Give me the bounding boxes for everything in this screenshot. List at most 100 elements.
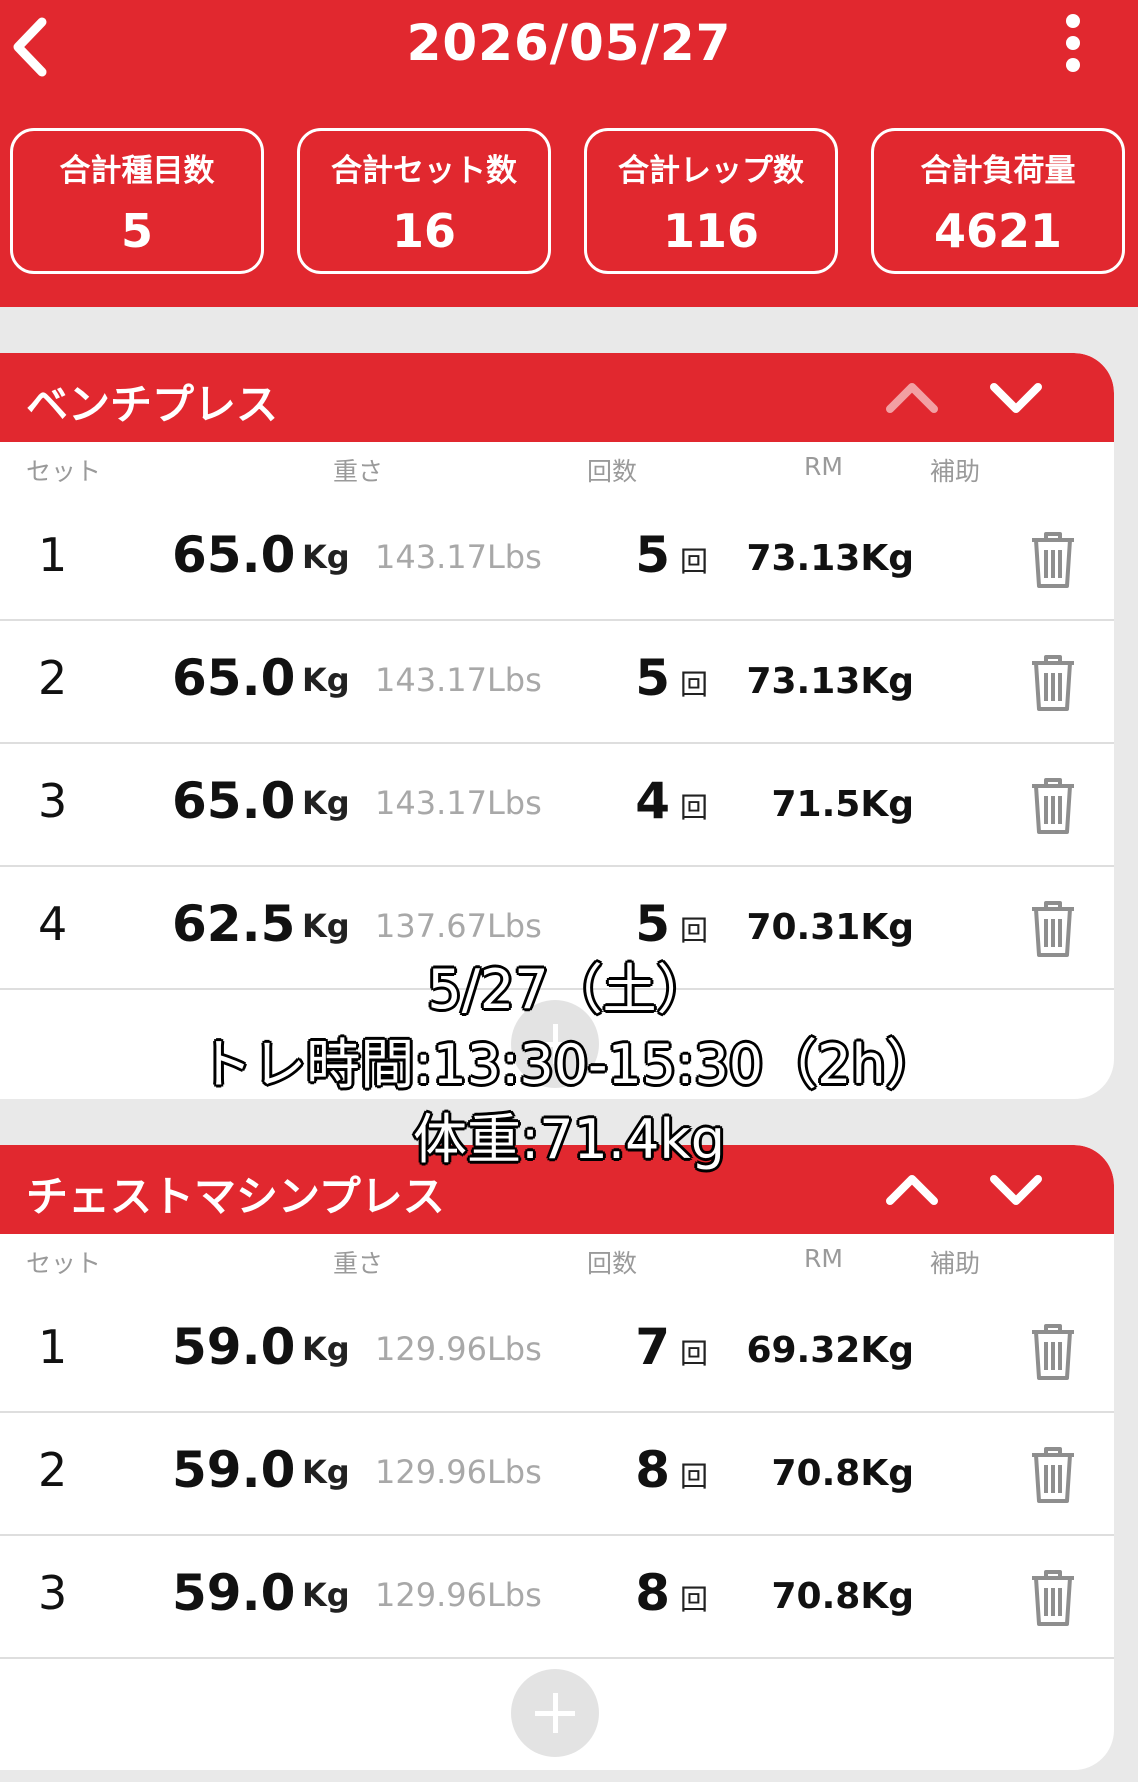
- stat-value: 4621: [933, 204, 1063, 258]
- more-options-button[interactable]: [1050, 14, 1096, 80]
- weight-lbs: 143.17Lbs: [375, 538, 542, 576]
- column-rm: RM: [804, 452, 843, 481]
- reps-value[interactable]: 7: [610, 1318, 670, 1376]
- column-reps: 回数: [587, 457, 638, 486]
- set-row[interactable]: 2 65.0 Kg 143.17Lbs 5 回 73.13Kg: [0, 621, 1114, 744]
- weight-lbs: 143.17Lbs: [375, 784, 542, 822]
- weight-lbs: 143.17Lbs: [375, 661, 542, 699]
- delete-set-button[interactable]: [1028, 528, 1078, 590]
- set-number: 3: [38, 774, 68, 828]
- weight-unit: Kg: [302, 1453, 350, 1491]
- add-set-button[interactable]: [511, 1669, 599, 1757]
- stat-value: 16: [391, 204, 456, 258]
- weight-lbs: 137.67Lbs: [375, 907, 542, 945]
- rm-value: 73.13Kg: [746, 538, 914, 579]
- weight-unit: Kg: [302, 538, 350, 576]
- set-number: 1: [38, 528, 68, 582]
- weight-value[interactable]: 65.0: [172, 772, 295, 830]
- set-row[interactable]: 3 59.0 Kg 129.96Lbs 8 回 70.8Kg: [0, 1536, 1114, 1659]
- weight-value[interactable]: 59.0: [172, 1318, 295, 1376]
- weight-unit: Kg: [302, 1330, 350, 1368]
- weight-value[interactable]: 65.0: [172, 649, 295, 707]
- set-number: 2: [38, 651, 68, 705]
- header-bar: 2026/05/27 合計種目数 5 合計セット数 16 合計レップ数 116 …: [0, 0, 1138, 307]
- stat-value: 5: [120, 204, 153, 258]
- rm-value: 70.8Kg: [771, 1576, 915, 1617]
- stat-label: 合計レップ数: [618, 153, 804, 189]
- trash-icon: [1032, 1447, 1074, 1503]
- move-down-button[interactable]: [988, 373, 1044, 421]
- trash-icon: [1032, 1324, 1074, 1380]
- chevron-up-icon: [886, 383, 938, 413]
- page-title: 2026/05/27: [406, 14, 732, 72]
- weight-lbs: 129.96Lbs: [375, 1453, 542, 1491]
- chevron-down-icon: [990, 383, 1042, 413]
- delete-set-button[interactable]: [1028, 1320, 1078, 1382]
- reps-value[interactable]: 5: [610, 649, 670, 707]
- weight-value[interactable]: 59.0: [172, 1564, 295, 1622]
- stat-label: 合計セット数: [331, 153, 517, 189]
- trash-icon: [1032, 1570, 1074, 1626]
- kebab-dot-icon: [1066, 58, 1080, 72]
- stat-total-volume: 合計負荷量 4621: [871, 128, 1125, 274]
- set-number: 3: [38, 1566, 68, 1620]
- delete-set-button[interactable]: [1028, 651, 1078, 713]
- column-weight: 重さ: [333, 457, 384, 486]
- reps-value[interactable]: 8: [610, 1441, 670, 1499]
- rm-value: 71.5Kg: [771, 784, 915, 825]
- rm-value: 70.8Kg: [771, 1453, 915, 1494]
- trash-icon: [1032, 778, 1074, 834]
- rm-value: 69.32Kg: [746, 1330, 914, 1371]
- exercise-name: ベンチプレス: [26, 380, 279, 429]
- delete-set-button[interactable]: [1028, 1443, 1078, 1505]
- add-set-area: [0, 1659, 1114, 1765]
- weight-value[interactable]: 59.0: [172, 1441, 295, 1499]
- column-reps: 回数: [587, 1249, 638, 1278]
- weight-lbs: 129.96Lbs: [375, 1330, 542, 1368]
- reps-value[interactable]: 8: [610, 1564, 670, 1622]
- delete-set-button[interactable]: [1028, 774, 1078, 836]
- set-row[interactable]: 1 65.0 Kg 143.17Lbs 5 回 73.13Kg: [0, 498, 1114, 621]
- column-assist: 補助: [930, 1249, 981, 1278]
- exercise-card-header: ベンチプレス: [0, 353, 1114, 442]
- set-row[interactable]: 3 65.0 Kg 143.17Lbs 4 回 71.5Kg: [0, 744, 1114, 867]
- weight-value[interactable]: 65.0: [172, 526, 295, 584]
- set-row[interactable]: 2 59.0 Kg 129.96Lbs 8 回 70.8Kg: [0, 1413, 1114, 1536]
- column-rm: RM: [804, 1244, 843, 1273]
- stat-total-sets: 合計セット数 16: [297, 128, 551, 274]
- kebab-dot-icon: [1066, 14, 1080, 28]
- reps-value[interactable]: 4: [610, 772, 670, 830]
- kebab-dot-icon: [1066, 36, 1080, 50]
- column-set: セット: [26, 457, 102, 486]
- overlay-date: 5/27（土）: [427, 958, 711, 1021]
- rm-value: 73.13Kg: [746, 661, 914, 702]
- weight-unit: Kg: [302, 907, 350, 945]
- stat-total-reps: 合計レップ数 116: [584, 128, 838, 274]
- move-up-button[interactable]: [884, 373, 940, 421]
- column-set: セット: [26, 1249, 102, 1278]
- rm-value: 70.31Kg: [746, 907, 914, 948]
- stat-label: 合計負荷量: [920, 153, 1076, 189]
- weight-unit: Kg: [302, 784, 350, 822]
- weight-lbs: 129.96Lbs: [375, 1576, 542, 1614]
- reps-value[interactable]: 5: [610, 526, 670, 584]
- trash-icon: [1032, 655, 1074, 711]
- delete-set-button[interactable]: [1028, 1566, 1078, 1628]
- stat-label: 合計種目数: [59, 153, 215, 189]
- stat-value: 116: [662, 204, 760, 258]
- column-headers: セット 重さ 回数 RM 補助: [0, 442, 1114, 498]
- stat-total-exercises: 合計種目数 5: [10, 128, 264, 274]
- column-headers: セット 重さ 回数 RM 補助: [0, 1234, 1114, 1290]
- column-assist: 補助: [930, 457, 981, 486]
- exercise-card: チェストマシンプレス セット 重さ 回数 RM 補助 1 59.0 Kg 129…: [0, 1145, 1114, 1770]
- trash-icon: [1032, 532, 1074, 588]
- weight-unit: Kg: [302, 1576, 350, 1614]
- overlay-body-weight: 体重:71.4kg: [413, 1108, 725, 1171]
- set-row[interactable]: 1 59.0 Kg 129.96Lbs 7 回 69.32Kg: [0, 1290, 1114, 1413]
- column-weight: 重さ: [333, 1249, 384, 1278]
- set-number: 1: [38, 1320, 68, 1374]
- weight-unit: Kg: [302, 661, 350, 699]
- set-number: 2: [38, 1443, 68, 1497]
- set-number: 4: [38, 897, 68, 951]
- overlay-training-time: トレ時間:13:30-15:30（2h）: [198, 1033, 940, 1096]
